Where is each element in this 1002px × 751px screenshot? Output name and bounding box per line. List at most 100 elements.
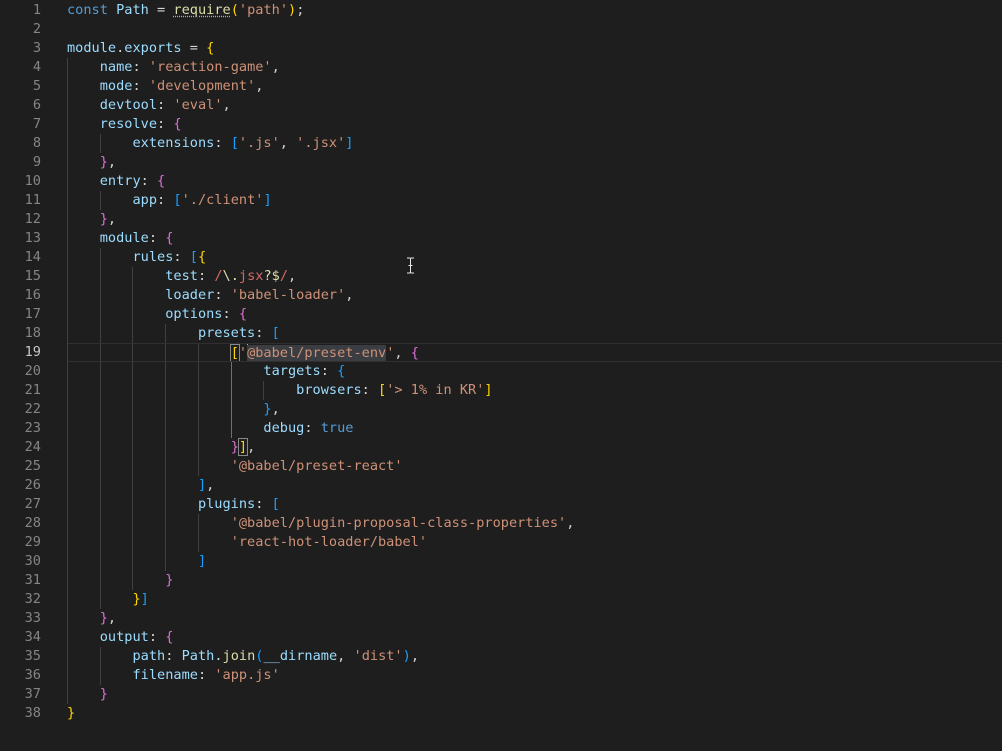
code-line[interactable]: 7 resolve: { bbox=[0, 115, 1002, 134]
indent-guide bbox=[67, 172, 68, 191]
indent-guide bbox=[67, 58, 68, 77]
code-line[interactable]: 12}, bbox=[0, 210, 1002, 229]
code-line[interactable]: 38} bbox=[0, 704, 1002, 723]
code-line[interactable]: 37} bbox=[0, 685, 1002, 704]
line-number: 13 bbox=[24, 230, 41, 246]
code-line[interactable]: 3 module.exports = { bbox=[0, 39, 1002, 58]
code-token: 'dist' bbox=[353, 648, 403, 664]
indent-guide bbox=[99, 552, 101, 571]
code-line[interactable]: 6 devtool: 'eval', bbox=[0, 96, 1002, 115]
code-token: app bbox=[132, 192, 158, 208]
code-line[interactable]: 34 output: { bbox=[0, 628, 1002, 647]
code-text: rules: [{ bbox=[132, 248, 206, 267]
line-number: 2 bbox=[32, 21, 41, 37]
code-token: { bbox=[165, 230, 174, 246]
indent-guide bbox=[230, 400, 232, 419]
code-token: 'path' bbox=[238, 2, 289, 18]
code-token: 'react-hot-loader/babel' bbox=[230, 534, 428, 550]
code-text: module.exports = { bbox=[67, 39, 214, 58]
code-line[interactable]: 15 test: /\.jsx?$/, bbox=[0, 267, 1002, 286]
indent-guide bbox=[99, 305, 101, 324]
code-text: }, bbox=[100, 153, 116, 172]
code-line[interactable]: 22}, bbox=[0, 400, 1002, 419]
code-text: browsers: ['> 1% in KR'] bbox=[296, 381, 492, 400]
code-text: options: { bbox=[165, 305, 247, 324]
code-line[interactable]: 24}], bbox=[0, 438, 1002, 457]
code-line[interactable]: 11 app: ['./client'] bbox=[0, 191, 1002, 210]
code-token: [ bbox=[271, 325, 280, 341]
code-text: test: /\.jsx?$/, bbox=[165, 267, 296, 286]
indent-guide bbox=[197, 438, 199, 457]
code-token: options bbox=[165, 306, 223, 322]
code-token: : bbox=[222, 306, 239, 322]
code-line[interactable]: 16 loader: 'babel-loader', bbox=[0, 286, 1002, 305]
indent-guide bbox=[132, 495, 134, 514]
code-line[interactable]: 27 plugins: [ bbox=[0, 495, 1002, 514]
code-text: filename: 'app.js' bbox=[132, 666, 279, 685]
indent-guide bbox=[99, 666, 101, 685]
code-token: ] bbox=[484, 382, 493, 398]
indent-guide bbox=[99, 400, 101, 419]
code-line[interactable]: 17 options: { bbox=[0, 305, 1002, 324]
code-text: debug: true bbox=[263, 419, 353, 438]
code-line[interactable]: 13 module: { bbox=[0, 229, 1002, 248]
code-line[interactable]: 10 entry: { bbox=[0, 172, 1002, 191]
code-text: }], bbox=[231, 438, 255, 457]
indent-guide bbox=[165, 552, 167, 571]
code-token: module bbox=[99, 230, 149, 246]
code-text: } bbox=[100, 685, 108, 704]
indent-guide bbox=[132, 286, 134, 305]
code-line[interactable]: 4 name: 'reaction-game', bbox=[0, 58, 1002, 77]
code-line[interactable]: 28 '@babel/plugin-proposal-class-properti… bbox=[0, 514, 1002, 533]
indent-guide bbox=[67, 191, 68, 210]
code-text: name: 'reaction-game', bbox=[100, 58, 280, 77]
code-line[interactable]: 21 browsers: ['> 1% in KR'] bbox=[0, 381, 1002, 400]
line-number: 10 bbox=[24, 173, 41, 189]
indent-guide bbox=[99, 514, 101, 533]
code-token: , bbox=[206, 477, 215, 493]
code-line[interactable]: 26], bbox=[0, 476, 1002, 495]
code-line[interactable]: 19 ['@babel/preset-env', { bbox=[0, 343, 1002, 362]
indent-guide bbox=[67, 115, 68, 134]
code-text: }, bbox=[100, 210, 116, 229]
indent-guide bbox=[67, 134, 68, 153]
line-number: 21 bbox=[24, 382, 41, 398]
indent-guide bbox=[165, 400, 167, 419]
code-line[interactable]: 8 extensions: ['.js', '.jsx'] bbox=[0, 134, 1002, 153]
indent-guide bbox=[67, 381, 68, 400]
code-line[interactable]: 9}, bbox=[0, 153, 1002, 172]
line-number: 26 bbox=[24, 477, 41, 493]
code-token: : bbox=[320, 363, 338, 379]
code-token: path bbox=[132, 648, 166, 664]
code-token: const bbox=[67, 2, 108, 18]
indent-guide bbox=[67, 476, 68, 495]
code-line[interactable]: 14 rules: [{ bbox=[0, 248, 1002, 267]
line-number: 9 bbox=[32, 154, 41, 170]
code-line[interactable]: 33}, bbox=[0, 609, 1002, 628]
indent-guide bbox=[67, 153, 68, 172]
code-token: '@babel/plugin-proposal-class-properties… bbox=[230, 515, 567, 531]
code-line[interactable]: 35 path: Path.join(__dirname, 'dist'), bbox=[0, 647, 1002, 666]
code-line[interactable]: 25 '@babel/preset-react' bbox=[0, 457, 1002, 476]
code-text: app: ['./client'] bbox=[132, 191, 271, 210]
code-line[interactable]: 30] bbox=[0, 552, 1002, 571]
code-editor[interactable]: 1 const Path = require('path'); 2 3 module.e… bbox=[0, 0, 1002, 751]
indent-guide bbox=[165, 438, 167, 457]
code-line[interactable]: 5 mode: 'development', bbox=[0, 77, 1002, 96]
code-line[interactable]: 18 presets: [ bbox=[0, 324, 1002, 343]
code-line[interactable]: 32}] bbox=[0, 590, 1002, 609]
indent-guide bbox=[165, 362, 167, 381]
code-line[interactable]: 20 targets: { bbox=[0, 362, 1002, 381]
code-line[interactable]: 2 bbox=[0, 20, 1002, 39]
indent-guide bbox=[132, 476, 134, 495]
code-token: = bbox=[148, 2, 174, 18]
code-token: ] bbox=[140, 591, 149, 607]
code-line[interactable]: 29 'react-hot-loader/babel' bbox=[0, 533, 1002, 552]
code-text: presets: [ bbox=[198, 324, 280, 343]
code-line[interactable]: 1 const Path = require('path'); bbox=[0, 1, 1002, 20]
code-line[interactable]: 23 debug: true bbox=[0, 419, 1002, 438]
code-token: } bbox=[132, 591, 141, 607]
code-line[interactable]: 36 filename: 'app.js' bbox=[0, 666, 1002, 685]
code-line[interactable]: 31} bbox=[0, 571, 1002, 590]
